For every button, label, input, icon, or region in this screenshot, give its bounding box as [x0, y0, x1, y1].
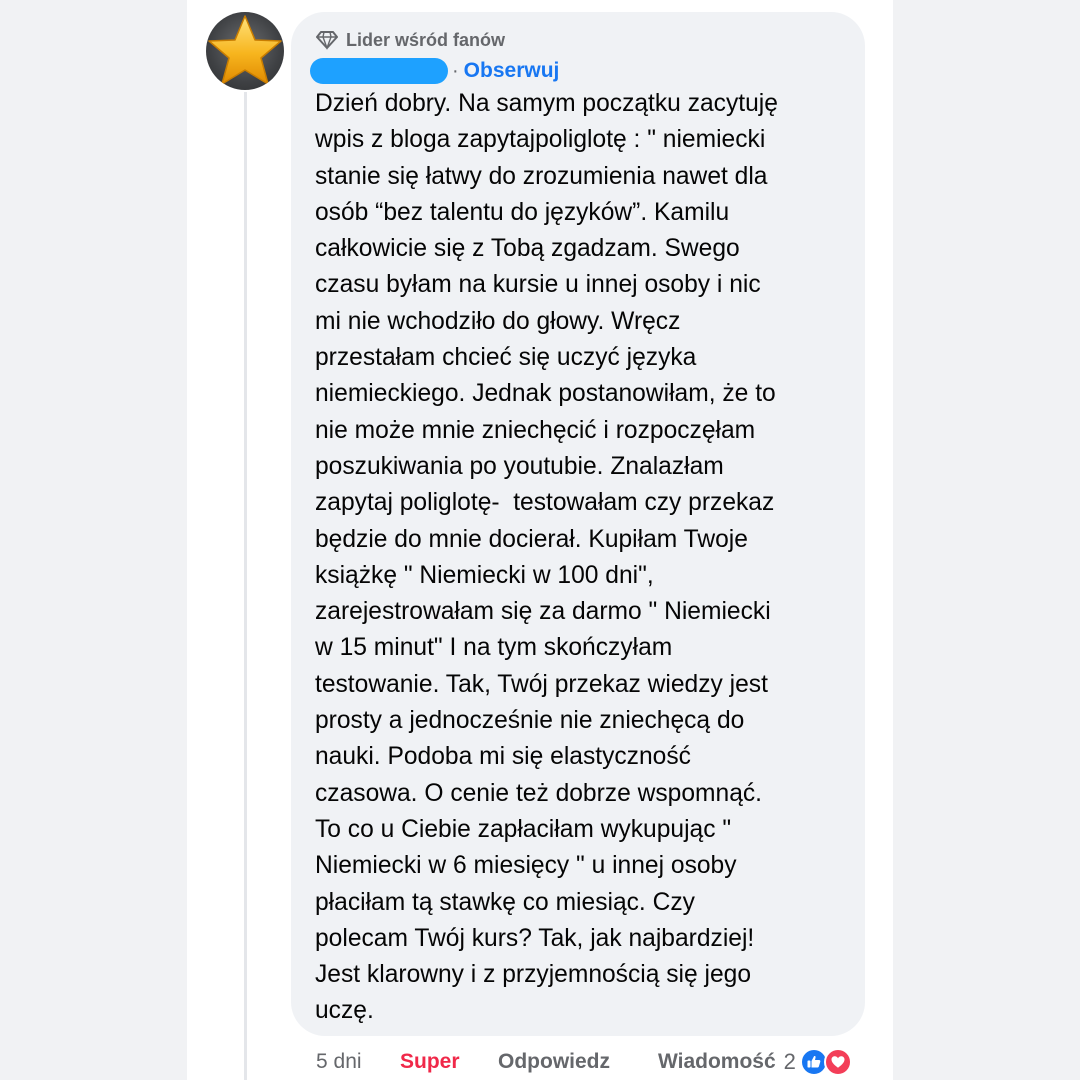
comment-line: testowanie. Tak, Twój przekaz wiedzy jes… — [315, 670, 768, 698]
comment-line: niemieckiego. Jednak postanowiłam, że to — [315, 380, 776, 408]
top-fan-badge: Lider wśród fanów — [316, 28, 505, 52]
comment-line: prosty a jednocześnie nie zniechęcą do — [315, 707, 745, 735]
comment-actions: 5 dni Super Odpowiedz Wiadomość 2 — [316, 1046, 860, 1078]
comment-line: stanie się łatwy do zrozumienia nawet dl… — [315, 162, 768, 190]
badge-label: Lider wśród fanów — [346, 29, 506, 50]
message-button[interactable]: Wiadomość — [658, 1050, 776, 1074]
star-icon — [208, 15, 282, 85]
separator-dot: · — [452, 59, 459, 82]
comment-line: czasu byłam na kursie u innej osoby i ni… — [315, 271, 761, 299]
comment-line: całkowicie się z Tobą zgadzam. Swego — [315, 235, 740, 263]
thread-line — [244, 92, 247, 1080]
comment-line: mi nie wchodziło do głowy. Wręcz — [315, 307, 681, 335]
comment-line: książkę " Niemiecki w 100 dni", — [315, 561, 654, 589]
comment-line: osób “bez talentu do języków”. Kamilu — [315, 198, 730, 226]
comment-line: nie może mnie zniechęcić i rozpoczęłam — [315, 416, 756, 444]
reaction-count[interactable]: 2 — [784, 1049, 796, 1075]
comment-line: przestałam chcieć się uczyć języka — [315, 344, 697, 372]
comment-line: polecam Twój kurs? Tak, jak najbardziej! — [315, 924, 755, 952]
comment-line: będzie do mnie docierał. Kupiłam Twoje — [315, 525, 748, 553]
reaction-icons[interactable] — [799, 1046, 860, 1078]
avatar[interactable] — [206, 12, 284, 90]
diamond-icon — [316, 31, 338, 50]
comment-line: Jest klarowny i z przyjemnością się jego — [315, 961, 752, 989]
author-row: · Obserwuj — [310, 56, 559, 86]
comment-line: zapytaj poliglotę- testowałam czy przeka… — [315, 489, 775, 517]
comment-line: w 15 minut" I na tym skończyłam — [315, 634, 673, 662]
comment-line: Niemiecki w 6 miesięcy " u innej osoby — [315, 852, 737, 880]
author-name-redacted[interactable] — [310, 58, 448, 84]
comment-line: uczę. — [315, 997, 374, 1025]
comment-line: czasowa. O cenie też dobrze wspomnąć. — [315, 779, 762, 807]
comment-line: zarejestrowałam się za darmo " Niemiecki — [315, 598, 771, 626]
love-icon — [823, 1048, 852, 1076]
comment-line: Dzień dobry. Na samym początku zacytuję — [315, 90, 778, 117]
follow-button[interactable]: Obserwuj — [464, 59, 560, 83]
comment-text: Dzień dobry. Na samym początku zacytuję w… — [315, 86, 855, 1030]
comment-line: płaciłam tą stawkę co miesiąc. Czy — [315, 888, 695, 916]
react-button[interactable]: Super — [400, 1050, 498, 1074]
comment-line: To co u Ciebie zapłaciłam wykupując " — [315, 815, 732, 843]
comment-time[interactable]: 5 dni — [316, 1050, 400, 1074]
comment-line: nauki. Podoba mi się elastyczność — [315, 743, 691, 771]
reply-button[interactable]: Odpowiedz — [498, 1050, 658, 1074]
comment-line: wpis z bloga zapytajpoliglotę : " niemie… — [315, 126, 766, 154]
comment-line: poszukiwania po youtubie. Znalazłam — [315, 452, 724, 480]
